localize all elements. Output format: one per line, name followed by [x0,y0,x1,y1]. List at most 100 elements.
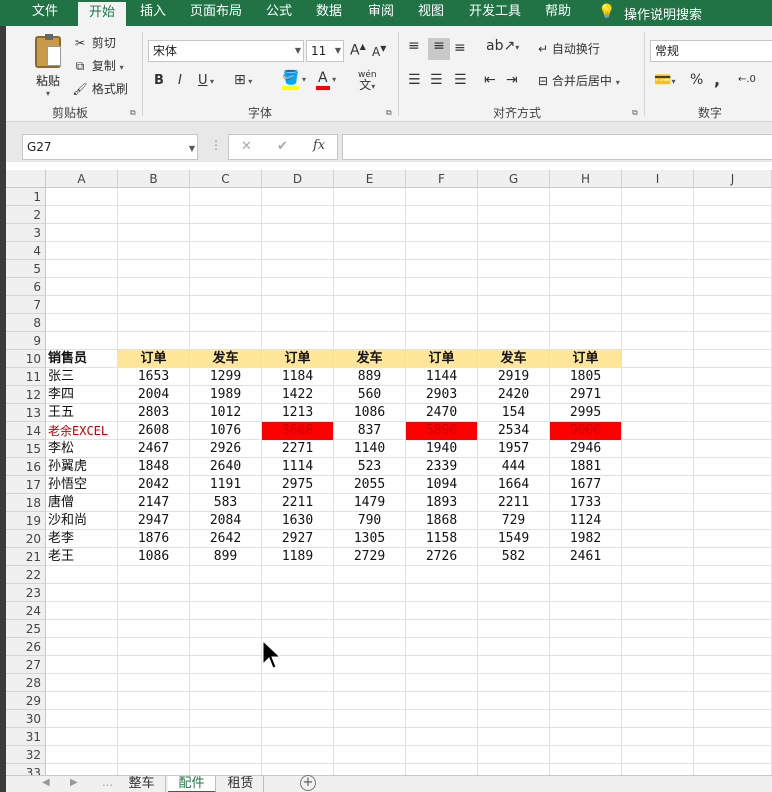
sheet-tab-0[interactable]: 整车 [118,776,166,792]
table-cell[interactable]: 889 [334,368,405,386]
tab-2[interactable]: 插入 [128,0,178,26]
column-header-E[interactable]: E [334,170,406,188]
table-cell[interactable]: 发车 [334,350,405,368]
table-cell[interactable]: 1299 [190,368,261,386]
align-middle-button[interactable]: ≡ [428,38,450,60]
table-cell[interactable]: 订单 [118,350,189,368]
border-button[interactable]: ⊞ ▾ [234,72,252,88]
row-header[interactable]: 13 [0,404,46,422]
table-cell[interactable]: 1876 [118,530,189,548]
row-header[interactable]: 30 [0,710,46,728]
column-header-F[interactable]: F [406,170,478,188]
row-header[interactable]: 20 [0,530,46,548]
table-cell[interactable]: 583 [190,494,261,512]
table-cell[interactable]: 2271 [262,440,333,458]
formula-input[interactable] [342,134,772,160]
tab-1[interactable]: 开始 [78,0,126,26]
table-cell[interactable]: 1144 [406,368,477,386]
bold-button[interactable]: B [154,73,164,88]
table-cell[interactable]: 1549 [478,530,549,548]
table-cell[interactable]: 2608 [118,422,189,440]
table-cell[interactable]: 2642 [190,530,261,548]
italic-button[interactable]: I [178,73,182,88]
name-cell[interactable]: 老王 [46,548,117,566]
sheet-tab-1[interactable]: 配件 [168,776,216,792]
column-header-H[interactable]: H [550,170,622,188]
table-cell[interactable]: 2147 [118,494,189,512]
table-cell[interactable]: 2461 [550,548,621,566]
tab-0[interactable]: 文件 [18,0,72,26]
font-color-button[interactable]: A ▾ [316,70,336,90]
tab-8[interactable]: 开发工具 [458,0,532,26]
sheet-tab-2[interactable]: 租赁 [218,776,264,792]
table-cell[interactable]: 560 [334,386,405,404]
table-cell[interactable]: 523 [334,458,405,476]
table-cell[interactable]: 2042 [118,476,189,494]
table-cell[interactable]: 2971 [550,386,621,404]
table-cell[interactable]: 1213 [262,404,333,422]
column-header-A[interactable]: A [46,170,118,188]
row-header[interactable]: 29 [0,692,46,710]
underline-button[interactable]: U ▾ [198,73,214,88]
table-cell[interactable]: 2903 [406,386,477,404]
table-cell[interactable]: 1664 [478,476,549,494]
row-header[interactable]: 27 [0,656,46,674]
table-cell[interactable]: 订单 [550,350,621,368]
table-cell[interactable]: 1989 [190,386,261,404]
row-header[interactable]: 1 [0,188,46,206]
row-header[interactable]: 23 [0,584,46,602]
font-size-combo[interactable]: 11 ▼ [306,40,344,62]
table-cell[interactable]: 1805 [550,368,621,386]
row-header[interactable]: 24 [0,602,46,620]
font-name-combo[interactable]: 宋体 ▼ [148,40,304,62]
scroll-right-icon[interactable]: ▶ [70,777,78,788]
increase-indent-button[interactable]: ⇥ [506,72,518,88]
align-right-button[interactable]: ☰ [454,72,467,88]
row-header[interactable]: 22 [0,566,46,584]
tab-overflow-icon[interactable]: … [102,776,113,789]
comma-button[interactable]: , [714,70,720,89]
row-header[interactable]: 14 [0,422,46,440]
row-header[interactable]: 6 [0,278,46,296]
row-header[interactable]: 10 [0,350,46,368]
cut-button[interactable]: ✂ 剪切 [72,34,116,51]
row-header[interactable]: 12 [0,386,46,404]
table-cell[interactable]: 1124 [550,512,621,530]
number-format-combo[interactable]: 常规 [650,40,772,62]
align-center-button[interactable]: ☰ [430,72,443,88]
table-cell[interactable]: 154 [478,404,549,422]
table-cell[interactable]: 1012 [190,404,261,422]
table-cell[interactable]: 发车 [190,350,261,368]
worksheet-grid[interactable]: ABCDEFGHIJ 1 2 3 4 5 6 7 8 9 10 11 12 13 14 15 16 17 18 19… [0,170,772,775]
currency-button[interactable]: 💳▾ [654,72,675,88]
name-cell[interactable]: 孙翼虎 [46,458,117,476]
row-header[interactable]: 26 [0,638,46,656]
table-cell[interactable]: 1422 [262,386,333,404]
name-box[interactable]: G27 ▼ [22,134,198,160]
table-cell[interactable]: 2919 [478,368,549,386]
confirm-icon[interactable]: ✔ [277,139,288,154]
copy-button[interactable]: ⧉ 复制 ▾ [72,57,124,74]
align-top-button[interactable]: ≡ [408,38,420,54]
column-header-B[interactable]: B [118,170,190,188]
table-cell[interactable]: 1086 [334,404,405,422]
select-all-corner[interactable] [0,170,46,188]
table-cell[interactable]: 444 [478,458,549,476]
table-cell[interactable]: 837 [334,422,405,440]
table-cell[interactable]: 5890 [406,422,477,440]
name-cell[interactable]: 老余EXCEL [46,422,117,440]
table-cell[interactable]: 2004 [118,386,189,404]
align-left-button[interactable]: ☰ [408,72,421,88]
table-cell[interactable]: 899 [190,548,261,566]
name-cell[interactable]: 李四 [46,386,117,404]
dialog-launcher-icon[interactable]: ⧉ [632,108,638,118]
scroll-left-icon[interactable]: ◀ [42,777,50,788]
table-cell[interactable]: 2420 [478,386,549,404]
table-cell[interactable]: 729 [478,512,549,530]
table-cell[interactable]: 1881 [550,458,621,476]
shrink-font-button[interactable]: A▼ [372,44,386,59]
name-cell[interactable]: 沙和尚 [46,512,117,530]
table-cell[interactable]: 2946 [550,440,621,458]
row-header[interactable]: 4 [0,242,46,260]
phonetic-button[interactable]: wén 文▾ [358,70,377,92]
